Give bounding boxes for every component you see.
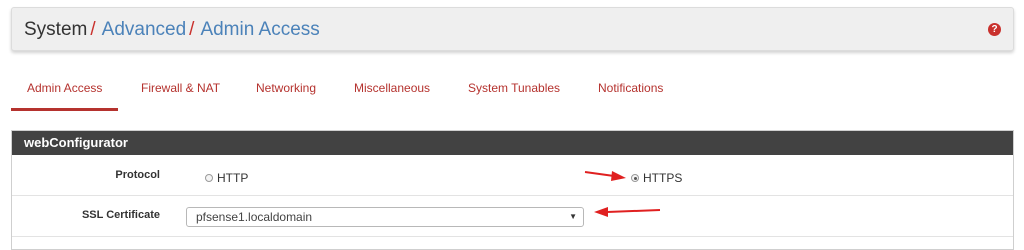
annotation-arrow-ssl-certificate: [594, 207, 661, 217]
annotation-arrow-https: [584, 171, 626, 181]
annotation-arrows: [584, 171, 661, 217]
